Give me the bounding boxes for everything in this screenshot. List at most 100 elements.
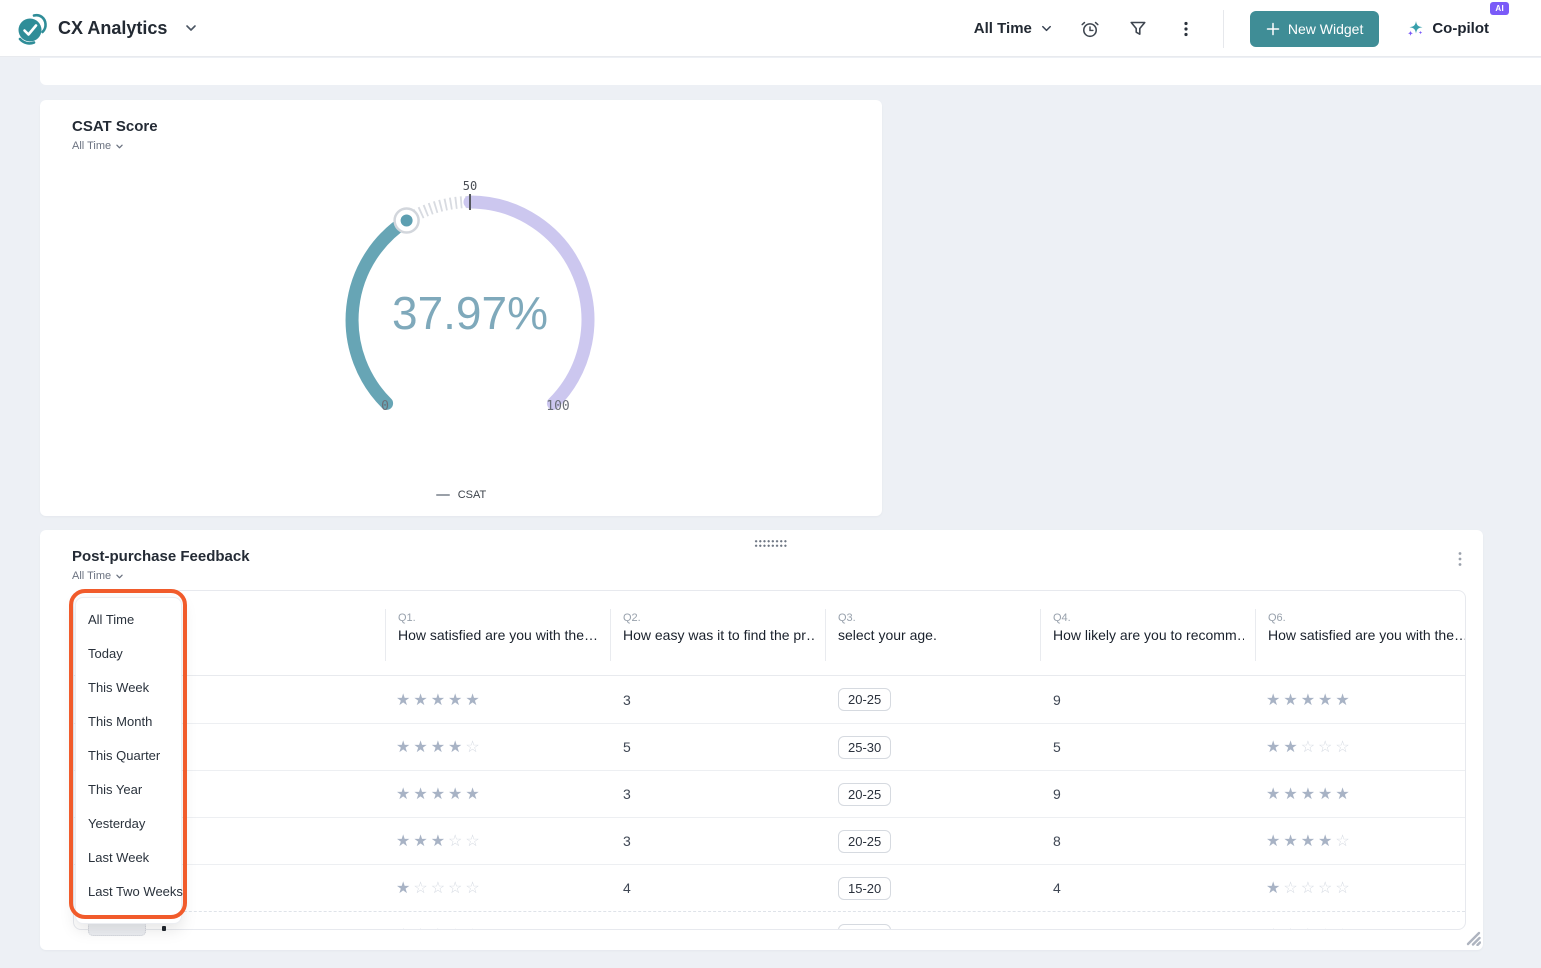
star-filled-icon: ★: [1283, 739, 1301, 756]
cutoff-text-fragment: [162, 926, 166, 931]
star-empty-icon: ☆: [1318, 927, 1335, 929]
chevron-down-icon: [116, 144, 123, 148]
feedback-time-filter-label: All Time: [72, 570, 112, 582]
dropdown-option[interactable]: This Quarter: [76, 739, 181, 773]
time-dropdown: All Time Today This Week This Month This Qua…: [75, 597, 183, 924]
app-title-chevron-icon[interactable]: [184, 21, 198, 35]
copilot-label: Co-pilot: [1432, 20, 1489, 37]
column-header: Q3. select your age.: [826, 591, 1041, 675]
star-empty-icon: ☆: [1318, 739, 1336, 756]
star-filled-icon: ★: [413, 786, 431, 803]
app-title: CX Analytics: [58, 18, 168, 38]
plus-icon: [1266, 22, 1280, 35]
csat-gauge-chart: 50 37.97% 0 100: [345, 179, 595, 414]
dropdown-option[interactable]: This Week: [76, 671, 181, 705]
dropdown-option[interactable]: This Year: [76, 773, 181, 807]
star-filled-icon: ★: [1283, 786, 1301, 803]
star-empty-icon: ☆: [1335, 927, 1352, 929]
gauge-legend[interactable]: CSAT: [40, 489, 882, 501]
new-widget-button[interactable]: New Widget: [1249, 10, 1380, 47]
more-options-icon[interactable]: [1175, 18, 1197, 40]
star-empty-icon: ☆: [1300, 880, 1319, 897]
star-rating: ★★☆☆☆: [1256, 737, 1465, 757]
star-filled-icon: ★: [413, 833, 431, 850]
star-filled-icon: ★: [1318, 833, 1336, 850]
table-row: ★★★☆☆520-257★★★☆☆: [74, 911, 1465, 929]
star-filled-icon: ★: [1283, 927, 1300, 929]
star-filled-icon: ★: [1266, 927, 1283, 929]
star-filled-icon: ★: [448, 786, 466, 803]
csat-widget-title: CSAT Score: [72, 118, 158, 135]
sparkle-icon: [1408, 20, 1423, 36]
star-empty-icon: ☆: [465, 880, 483, 897]
star-filled-icon: ★: [413, 691, 431, 709]
answer-value: 9: [1053, 691, 1061, 708]
widget-more-options-icon[interactable]: [1453, 550, 1467, 568]
table-row: ★★★★☆ 5 25-30 5 ★★☆☆☆: [74, 723, 1465, 770]
question-number: Q1.: [398, 612, 416, 624]
star-filled-icon: ★: [1266, 880, 1284, 897]
dropdown-option[interactable]: Today: [76, 637, 181, 671]
legend-label: CSAT: [457, 489, 487, 501]
star-empty-icon: ☆: [1335, 880, 1353, 897]
answer-value: 5: [623, 739, 631, 755]
table-row: ★★★☆☆ 3 20-25 8 ★★★★☆: [74, 817, 1465, 864]
star-filled-icon: ★: [448, 691, 466, 709]
alarm-icon[interactable]: [1079, 18, 1101, 40]
star-filled-icon: ★: [1300, 691, 1319, 709]
dropdown-option[interactable]: This Month: [76, 705, 181, 739]
csat-time-filter[interactable]: All Time: [72, 140, 124, 152]
partial-widget-above: [40, 58, 1541, 85]
star-filled-icon: ★: [430, 833, 449, 850]
star-rating: ★★★★★: [386, 784, 611, 804]
widget-drag-handle[interactable]: [754, 539, 787, 548]
app-header: CX Analytics All Time New Widget Co-pilo…: [0, 0, 1541, 57]
age-chip: 20-25: [838, 923, 892, 929]
csat-widget: CSAT Score All Time 50 37.97% 0 100 CSAT: [40, 100, 882, 516]
header-actions: All Time New Widget Co-pilot AI: [974, 0, 1509, 57]
star-filled-icon: ★: [396, 927, 413, 929]
star-filled-icon: ★: [396, 786, 414, 803]
table-row: ★★★★★ 3 20-25 9 ★★★★★: [74, 770, 1465, 817]
star-rating: ★★★☆☆: [386, 831, 611, 851]
star-empty-icon: ☆: [430, 880, 449, 897]
filter-icon[interactable]: [1127, 18, 1149, 40]
ai-badge: AI: [1490, 1, 1509, 15]
dropdown-option[interactable]: Yesterday: [76, 807, 181, 841]
age-chip: 20-25: [838, 688, 892, 711]
star-filled-icon: ★: [1335, 786, 1353, 803]
star-filled-icon: ★: [1318, 691, 1336, 709]
gauge-min-label: 0: [381, 399, 389, 414]
star-filled-icon: ★: [430, 739, 449, 756]
star-filled-icon: ★: [431, 927, 448, 929]
feedback-time-filter[interactable]: All Time: [72, 570, 124, 582]
dropdown-option[interactable]: All Time: [76, 603, 181, 637]
widget-resize-handle[interactable]: [1464, 929, 1481, 946]
age-chip: 20-25: [838, 782, 892, 806]
copilot-button[interactable]: Co-pilot AI: [1405, 1, 1509, 39]
star-filled-icon: ★: [1283, 691, 1301, 709]
star-filled-icon: ★: [396, 739, 414, 756]
chevron-down-icon: [1041, 25, 1051, 32]
header-divider: [1222, 9, 1224, 48]
star-rating: ★☆☆☆☆: [1256, 878, 1465, 898]
answer-cell: 20-25: [826, 829, 1041, 853]
new-widget-label: New Widget: [1287, 20, 1364, 37]
star-empty-icon: ☆: [413, 880, 431, 897]
csat-time-filter-label: All Time: [72, 140, 112, 152]
answer-cell: 20-25: [826, 782, 1041, 806]
dropdown-option[interactable]: Last Week: [76, 841, 181, 875]
global-time-filter[interactable]: All Time: [974, 20, 1053, 37]
global-time-filter-label: All Time: [973, 20, 1032, 37]
dropdown-option[interactable]: Last Two Weeks: [76, 875, 183, 909]
star-filled-icon: ★: [413, 739, 431, 756]
star-rating: ★★★☆☆: [1256, 925, 1465, 929]
answer-value: 3: [623, 786, 631, 802]
star-filled-icon: ★: [396, 880, 414, 897]
star-empty-icon: ☆: [1335, 739, 1353, 756]
star-filled-icon: ★: [396, 833, 414, 850]
star-filled-icon: ★: [1335, 691, 1353, 709]
star-filled-icon: ★: [1283, 833, 1301, 850]
star-filled-icon: ★: [413, 927, 430, 929]
answer-value: 4: [623, 880, 631, 896]
